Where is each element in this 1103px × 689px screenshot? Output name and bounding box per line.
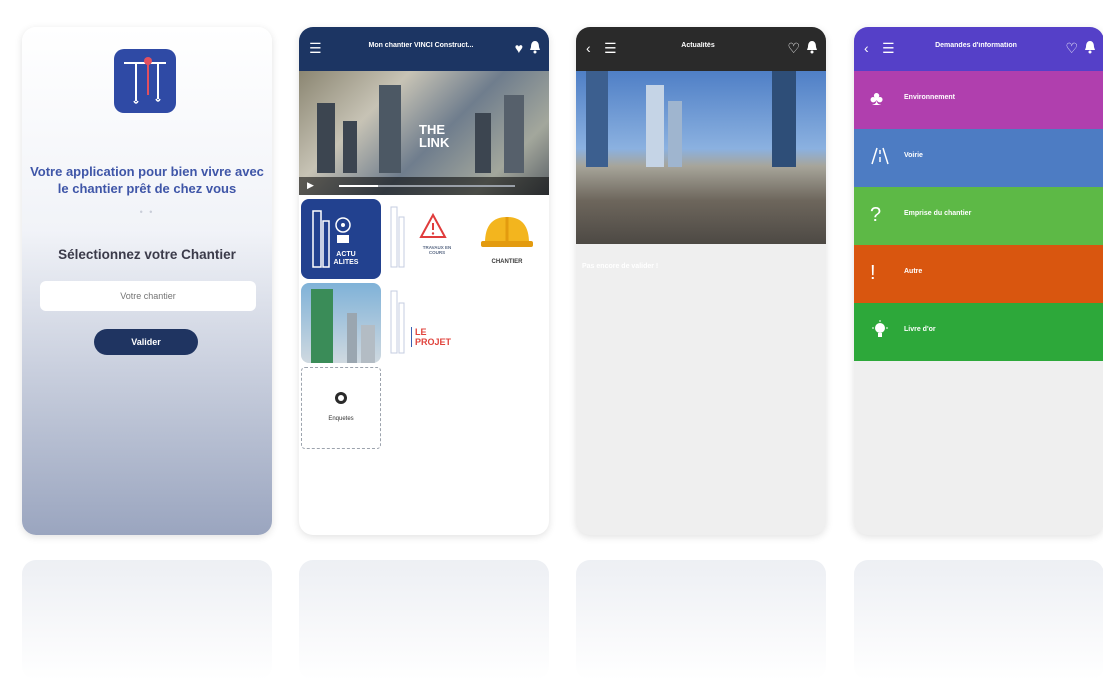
skyline-building (317, 103, 335, 173)
add-circle-icon (335, 392, 347, 404)
phone-screen-actualites: ‹ ☰ Actualités ♡ Pas encore de valider ! (576, 27, 826, 535)
menu-icon[interactable]: ☰ (604, 40, 617, 56)
tile-travaux[interactable]: TRAVAUX EN COURS (385, 199, 465, 279)
menu-icon[interactable]: ☰ (309, 40, 322, 56)
category-label: Environnement (904, 94, 955, 101)
phone-reflection (22, 560, 272, 680)
chantier-input[interactable] (40, 281, 256, 311)
header-title: Actualités (681, 42, 715, 49)
skyline-building (475, 113, 491, 173)
skyline-building (504, 95, 524, 173)
tile-le-projet[interactable]: LE PROJET (385, 283, 465, 363)
video-overlay-text: THE LINK (419, 122, 450, 150)
heart-outline-icon[interactable]: ♡ (1065, 40, 1078, 56)
back-chevron-icon[interactable]: ‹ (586, 40, 591, 56)
back-chevron-icon[interactable]: ‹ (864, 40, 869, 56)
tree-icon: ♣ (870, 88, 884, 110)
phone-reflection (576, 560, 826, 680)
category-label: Livre d'or (904, 326, 936, 333)
phone-reflection (299, 560, 549, 680)
warning-icon (390, 206, 447, 268)
tile-travaux-label: TRAVAUX EN COURS (422, 245, 452, 255)
exclamation-icon: ! (870, 262, 876, 284)
play-icon[interactable]: ▶ (307, 180, 314, 191)
news-photo-tower (586, 71, 608, 167)
project-tower-icon (390, 290, 405, 354)
validate-button[interactable]: Valider (94, 329, 198, 355)
news-photo-tower (668, 101, 682, 167)
question-icon: ? (870, 204, 882, 226)
phone-screen-chantier-select: Votre application pour bien vivre avec l… (22, 27, 272, 535)
bell-icon[interactable] (529, 40, 541, 57)
app-header: ‹ ☰ Demandes d'information ♡ (854, 27, 1103, 71)
heart-icon[interactable]: ♥ (515, 40, 523, 56)
category-label: Emprise du chantier (904, 210, 972, 217)
header-title: Demandes d'information (935, 42, 1017, 49)
pager-dots: • • (139, 207, 155, 217)
phone-screen-demandes-information: ‹ ☰ Demandes d'information ♡ ♣ Environne… (854, 27, 1103, 535)
bell-icon[interactable] (1084, 40, 1096, 57)
app-logo (114, 49, 176, 113)
tile-chantier[interactable]: CHANTIER (467, 199, 547, 279)
news-card-image[interactable]: Pas encore de valider ! (576, 71, 826, 270)
crane-logo-icon (124, 57, 166, 104)
tile-enquetes-label: Enquetes (328, 416, 354, 422)
skyline-building (343, 121, 357, 173)
video-player[interactable]: THE LINK ▶ (299, 71, 549, 195)
skyline-building (379, 85, 401, 173)
phone-reflection (854, 560, 1103, 680)
heart-outline-icon[interactable]: ♡ (787, 40, 800, 56)
news-photo-tower (772, 71, 796, 167)
app-header: ☰ Mon chantier VINCI Construct... ♥ (299, 27, 549, 71)
news-photo-tower (646, 85, 664, 167)
tile-enquetes[interactable]: Enquetes (301, 367, 381, 449)
category-emprise-du-chantier[interactable]: ? Emprise du chantier (854, 187, 1103, 245)
category-livre-d-or[interactable]: Livre d'or (854, 303, 1103, 361)
category-voirie[interactable]: Voirie (854, 129, 1103, 187)
road-icon (870, 146, 890, 171)
category-label: Autre (904, 268, 923, 275)
tile-tower-photo[interactable] (301, 283, 381, 363)
app-header: ‹ ☰ Actualités ♡ (576, 27, 826, 71)
lightbulb-icon (870, 320, 890, 345)
video-progress-track[interactable] (339, 185, 515, 187)
tower-icon (312, 210, 351, 268)
tile-actualites-label: ACTU ALITES (333, 251, 359, 266)
app-tagline: Votre application pour bien vivre avec l… (30, 164, 264, 196)
tower-photo-building (311, 289, 333, 363)
video-progress-fill (339, 185, 378, 187)
tile-chantier-label: CHANTIER (491, 259, 523, 265)
category-environnement[interactable]: ♣ Environnement (854, 71, 1103, 129)
video-control-bar[interactable]: ▶ (299, 177, 549, 195)
tower-photo-building (361, 325, 375, 363)
category-autre[interactable]: ! Autre (854, 245, 1103, 303)
news-caption: Pas encore de valider ! (582, 263, 659, 270)
tile-actualites[interactable]: ACTU ALITES (301, 199, 381, 279)
phone-screen-home: ☰ Mon chantier VINCI Construct... ♥ THE … (299, 27, 549, 535)
tile-le-projet-label: LE PROJET (411, 327, 455, 347)
tower-photo-building (347, 313, 357, 363)
category-label: Voirie (904, 152, 923, 159)
menu-icon[interactable]: ☰ (882, 40, 895, 56)
header-title: Mon chantier VINCI Construct... (368, 42, 474, 49)
bell-icon[interactable] (806, 40, 818, 57)
hardhat-icon (481, 217, 533, 247)
select-chantier-title: Sélectionnez votre Chantier (58, 247, 236, 262)
